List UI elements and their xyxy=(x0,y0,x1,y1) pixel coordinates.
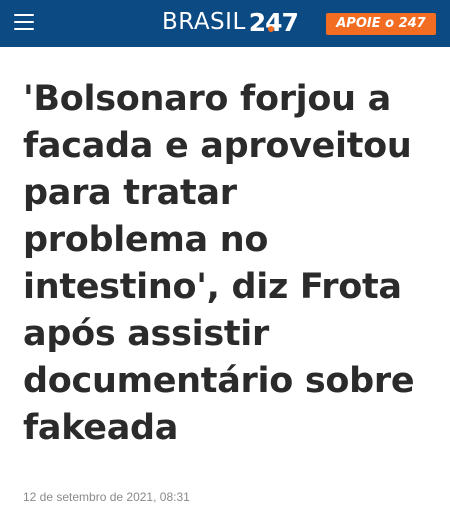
support-button[interactable]: APOIE o 247 xyxy=(326,13,436,35)
site-header: BRASIL 247 APOIE o 247 xyxy=(0,0,450,47)
site-logo[interactable]: BRASIL 247 xyxy=(162,5,299,39)
hamburger-menu-icon[interactable] xyxy=(14,14,34,31)
logo-accent-dot xyxy=(267,25,274,32)
article-headline[interactable]: 'Bolsonaro forjou a facada e aproveitou … xyxy=(23,76,443,452)
article-date: 12 de setembro de 2021, 08:31 xyxy=(23,490,190,504)
logo-word: BRASIL xyxy=(162,9,246,35)
logo-number: 247 xyxy=(248,7,299,37)
